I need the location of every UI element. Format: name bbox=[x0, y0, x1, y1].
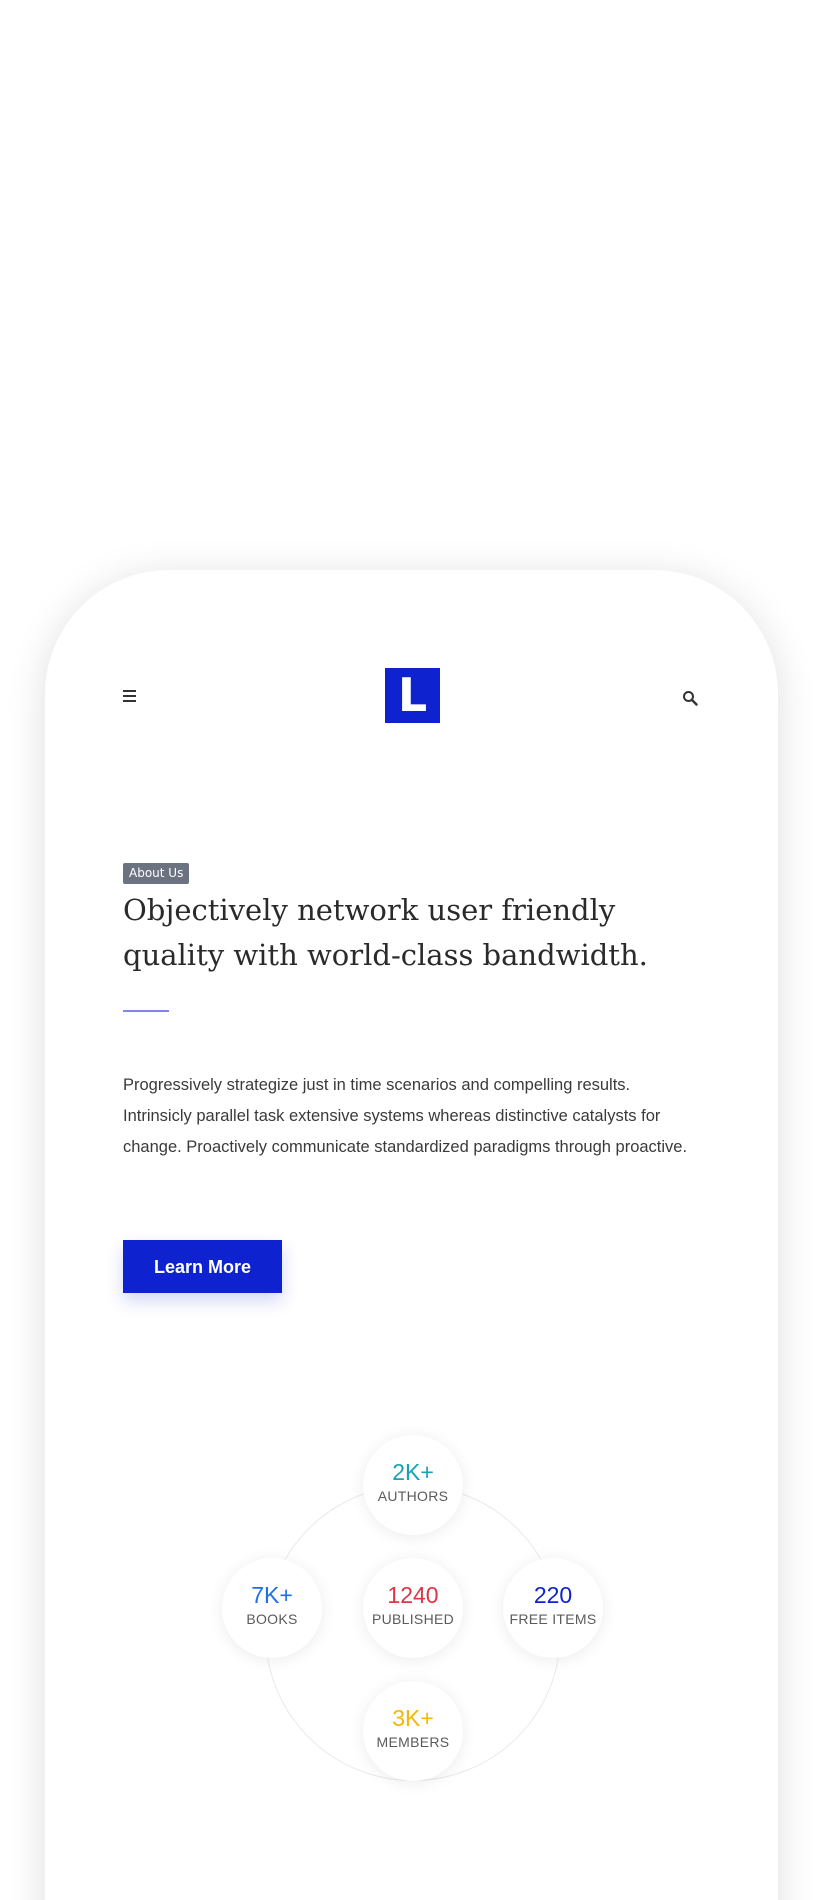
stat-label: PUBLISHED bbox=[371, 1611, 455, 1627]
about-headline: Objectively network user friendly qualit… bbox=[123, 893, 648, 972]
stat-value: 220 bbox=[533, 1582, 573, 1608]
stat-members: 3K+ MEMBERS bbox=[363, 1681, 463, 1781]
search-icon[interactable] bbox=[682, 690, 698, 706]
stat-label: BOOKS bbox=[246, 1611, 298, 1627]
stat-label: MEMBERS bbox=[376, 1734, 450, 1750]
stat-value: 1240 bbox=[387, 1582, 439, 1608]
stat-value: 3K+ bbox=[392, 1705, 434, 1731]
stat-books: 7K+ BOOKS bbox=[222, 1558, 322, 1658]
hamburger-icon[interactable] bbox=[123, 690, 137, 702]
about-body-text: Progressively strategize just in time sc… bbox=[123, 1076, 688, 1156]
stats-cluster: 2K+ AUTHORS 7K+ BOOKS 1240 PUBLISHED 220… bbox=[215, 1435, 615, 1835]
stat-free-items: 220 FREE ITEMS bbox=[503, 1558, 603, 1658]
logo[interactable]: L bbox=[385, 668, 440, 723]
stat-authors: 2K+ AUTHORS bbox=[363, 1435, 463, 1535]
about-badge: About Us bbox=[123, 863, 190, 884]
stat-label: AUTHORS bbox=[377, 1488, 449, 1504]
learn-more-button[interactable]: Learn More bbox=[123, 1240, 282, 1293]
stat-value: 7K+ bbox=[251, 1582, 293, 1608]
phone-frame: L About Us Objectively network user frie… bbox=[45, 570, 778, 1900]
stat-published: 1240 PUBLISHED bbox=[363, 1558, 463, 1658]
stat-label: FREE ITEMS bbox=[509, 1611, 597, 1627]
stat-value: 2K+ bbox=[392, 1459, 434, 1485]
site-header: L bbox=[45, 668, 778, 724]
accent-divider bbox=[123, 1010, 169, 1012]
